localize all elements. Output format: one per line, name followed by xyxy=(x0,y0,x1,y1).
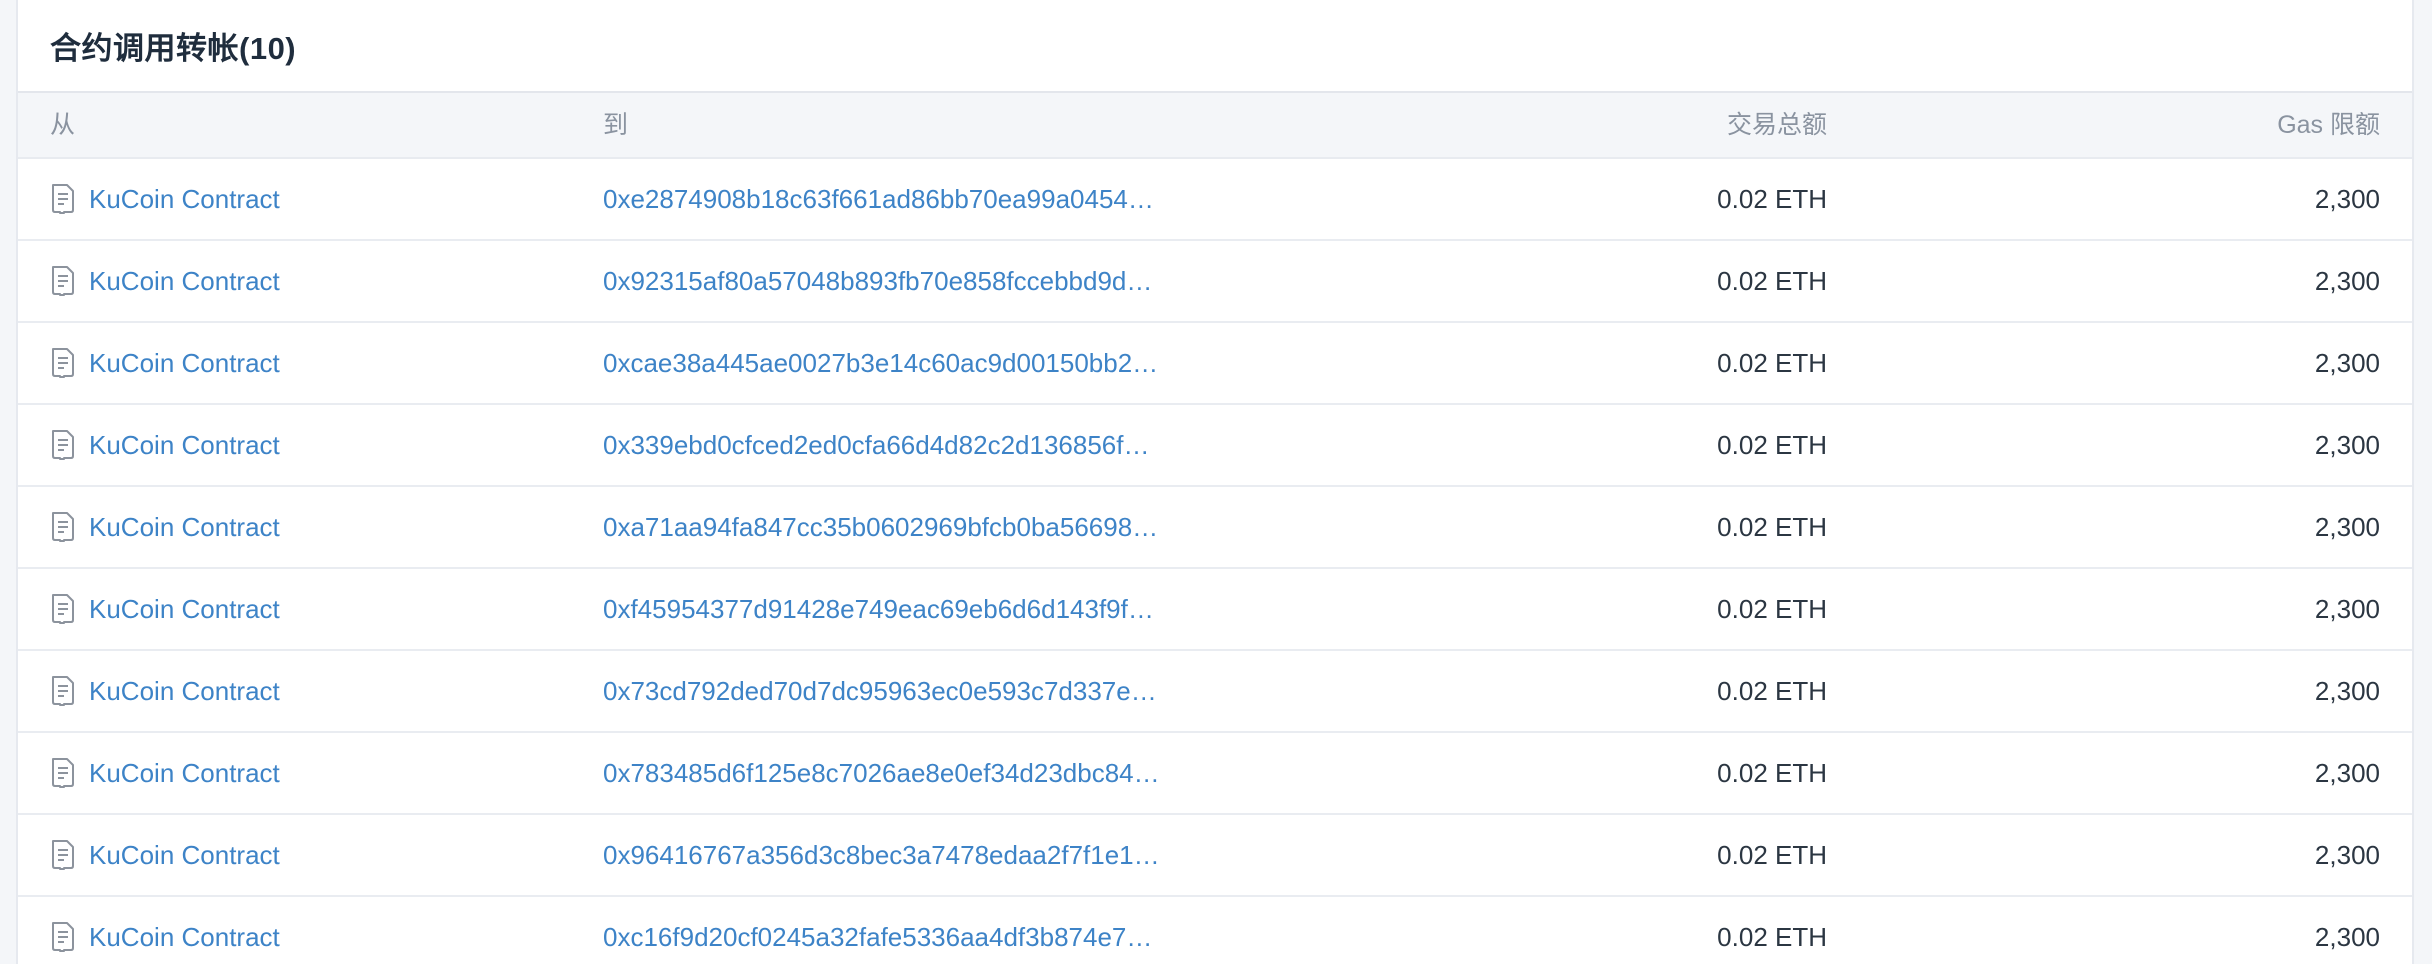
to-cell: 0xcae38a445ae0027b3e14c60ac9d00150bb2… xyxy=(603,323,1158,403)
from-address-link[interactable]: KuCoin Contract xyxy=(89,651,280,731)
gas-limit-cell: 2,300 xyxy=(2314,840,2380,870)
contract-document-icon xyxy=(52,840,74,870)
contract-document-icon xyxy=(52,266,74,296)
table-body: KuCoin Contract 0xe2874908b18c63f661ad86… xyxy=(18,159,2412,964)
amount-cell: 0.02 ETH xyxy=(1717,430,1827,460)
to-address-link[interactable]: 0xc16f9d20cf0245a32fafe5336aa4df3b874e7… xyxy=(603,897,1152,964)
contract-document-icon xyxy=(52,676,74,706)
gas-limit-cell: 2,300 xyxy=(2314,184,2380,214)
to-address-link[interactable]: 0xa71aa94fa847cc35b0602969bfcb0ba56698… xyxy=(603,487,1158,567)
to-cell: 0xe2874908b18c63f661ad86bb70ea99a0454… xyxy=(603,159,1154,239)
from-cell: KuCoin Contract xyxy=(50,733,280,813)
contract-document-icon xyxy=(52,512,74,542)
from-address-link[interactable]: KuCoin Contract xyxy=(89,733,280,813)
table-row: KuCoin Contract 0xa71aa94fa847cc35b06029… xyxy=(18,487,2412,569)
to-cell: 0x783485d6f125e8c7026ae8e0ef34d23dbc84… xyxy=(603,733,1160,813)
to-cell: 0xf45954377d91428e749eac69eb6d6d143f9f… xyxy=(603,569,1154,649)
amount-cell: 0.02 ETH xyxy=(1717,594,1827,624)
table-row: KuCoin Contract 0x96416767a356d3c8bec3a7… xyxy=(18,815,2412,897)
column-header-amount: 交易总额 xyxy=(1726,111,1827,139)
to-address-link[interactable]: 0x339ebd0cfced2ed0cfa66d4d82c2d136856f… xyxy=(603,405,1149,485)
from-cell: KuCoin Contract xyxy=(50,815,280,895)
table-row: KuCoin Contract 0xc16f9d20cf0245a32fafe5… xyxy=(18,897,2412,964)
to-address-link[interactable]: 0x96416767a356d3c8bec3a7478edaa2f7f1e1… xyxy=(603,815,1160,895)
to-cell: 0x73cd792ded70d7dc95963ec0e593c7d337e… xyxy=(603,651,1157,731)
table-row: KuCoin Contract 0xf45954377d91428e749eac… xyxy=(18,569,2412,651)
table-row: KuCoin Contract 0x339ebd0cfced2ed0cfa66d… xyxy=(18,405,2412,487)
to-address-link[interactable]: 0xf45954377d91428e749eac69eb6d6d143f9f… xyxy=(603,569,1154,649)
to-address-link[interactable]: 0x92315af80a57048b893fb70e858fccebbd9d… xyxy=(603,241,1152,321)
to-cell: 0x92315af80a57048b893fb70e858fccebbd9d… xyxy=(603,241,1152,321)
amount-cell: 0.02 ETH xyxy=(1717,348,1827,378)
gas-limit-cell: 2,300 xyxy=(2314,266,2380,296)
from-cell: KuCoin Contract xyxy=(50,241,280,321)
contract-document-icon xyxy=(52,430,74,460)
to-cell: 0xc16f9d20cf0245a32fafe5336aa4df3b874e7… xyxy=(603,897,1152,964)
amount-cell: 0.02 ETH xyxy=(1717,512,1827,542)
from-address-link[interactable]: KuCoin Contract xyxy=(89,241,280,321)
to-cell: 0x339ebd0cfced2ed0cfa66d4d82c2d136856f… xyxy=(603,405,1149,485)
gas-limit-cell: 2,300 xyxy=(2314,512,2380,542)
amount-cell: 0.02 ETH xyxy=(1717,184,1827,214)
from-address-link[interactable]: KuCoin Contract xyxy=(89,159,280,239)
to-cell: 0xa71aa94fa847cc35b0602969bfcb0ba56698… xyxy=(603,487,1158,567)
amount-cell: 0.02 ETH xyxy=(1717,758,1827,788)
from-cell: KuCoin Contract xyxy=(50,651,280,731)
to-cell: 0x96416767a356d3c8bec3a7478edaa2f7f1e1… xyxy=(603,815,1160,895)
contract-document-icon xyxy=(52,594,74,624)
gas-limit-cell: 2,300 xyxy=(2314,922,2380,952)
from-address-link[interactable]: KuCoin Contract xyxy=(89,323,280,403)
table-row: KuCoin Contract 0x73cd792ded70d7dc95963e… xyxy=(18,651,2412,733)
column-header-to: 到 xyxy=(603,111,629,139)
column-header-from: 从 xyxy=(50,111,76,139)
amount-cell: 0.02 ETH xyxy=(1717,676,1827,706)
amount-cell: 0.02 ETH xyxy=(1717,266,1827,296)
table-row: KuCoin Contract 0xcae38a445ae0027b3e14c6… xyxy=(18,323,2412,405)
table-row: KuCoin Contract 0x783485d6f125e8c7026ae8… xyxy=(18,733,2412,815)
table-row: KuCoin Contract 0x92315af80a57048b893fb7… xyxy=(18,241,2412,323)
table-row: KuCoin Contract 0xe2874908b18c63f661ad86… xyxy=(18,159,2412,241)
contract-document-icon xyxy=(52,758,74,788)
gas-limit-cell: 2,300 xyxy=(2314,758,2380,788)
from-cell: KuCoin Contract xyxy=(50,487,280,567)
from-cell: KuCoin Contract xyxy=(50,159,280,239)
contract-document-icon xyxy=(52,184,74,214)
gas-limit-cell: 2,300 xyxy=(2314,430,2380,460)
to-address-link[interactable]: 0x783485d6f125e8c7026ae8e0ef34d23dbc84… xyxy=(603,733,1160,813)
card-header: 合约调用转帐(10) xyxy=(18,0,2412,93)
amount-cell: 0.02 ETH xyxy=(1717,840,1827,870)
column-header-gas-limit: Gas 限额 xyxy=(2277,111,2380,139)
from-cell: KuCoin Contract xyxy=(50,405,280,485)
gas-limit-cell: 2,300 xyxy=(2314,348,2380,378)
to-address-link[interactable]: 0x73cd792ded70d7dc95963ec0e593c7d337e… xyxy=(603,651,1157,731)
from-address-link[interactable]: KuCoin Contract xyxy=(89,897,280,964)
transfers-table: 从 到 交易总额 Gas 限额 KuCoin Contract 0xe28749… xyxy=(18,93,2412,964)
contract-transfers-card: 合约调用转帐(10) 从 到 交易总额 Gas 限额 KuCoin Contra… xyxy=(16,0,2414,964)
from-address-link[interactable]: KuCoin Contract xyxy=(89,569,280,649)
from-address-link[interactable]: KuCoin Contract xyxy=(89,487,280,567)
to-address-link[interactable]: 0xcae38a445ae0027b3e14c60ac9d00150bb2… xyxy=(603,323,1158,403)
gas-limit-cell: 2,300 xyxy=(2314,594,2380,624)
from-address-link[interactable]: KuCoin Contract xyxy=(89,405,280,485)
from-cell: KuCoin Contract xyxy=(50,897,280,964)
from-cell: KuCoin Contract xyxy=(50,323,280,403)
from-address-link[interactable]: KuCoin Contract xyxy=(89,815,280,895)
table-header-row: 从 到 交易总额 Gas 限额 xyxy=(18,93,2412,159)
gas-limit-cell: 2,300 xyxy=(2314,676,2380,706)
card-title: 合约调用转帐(10) xyxy=(50,31,297,66)
to-address-link[interactable]: 0xe2874908b18c63f661ad86bb70ea99a0454… xyxy=(603,159,1154,239)
contract-document-icon xyxy=(52,922,74,952)
contract-document-icon xyxy=(52,348,74,378)
from-cell: KuCoin Contract xyxy=(50,569,280,649)
amount-cell: 0.02 ETH xyxy=(1717,922,1827,952)
